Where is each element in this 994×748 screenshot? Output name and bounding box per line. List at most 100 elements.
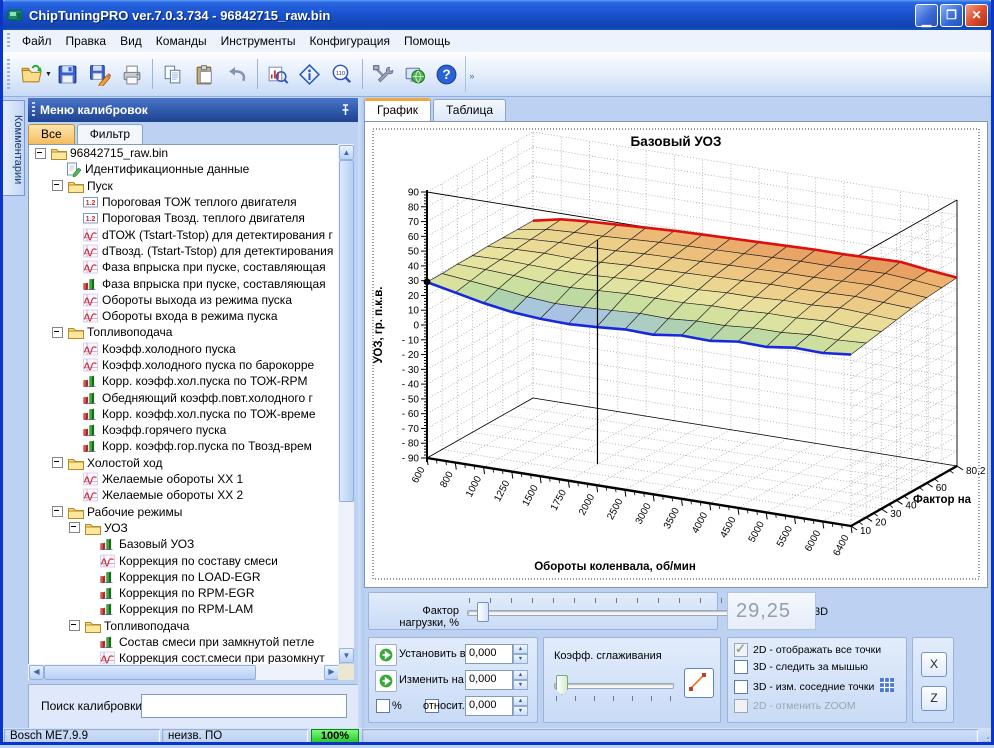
save-button[interactable] [52,57,84,91]
collapse-toggle[interactable] [69,620,80,631]
calibration-tree[interactable]: 96842715_raw.binИдентификационные данные… [28,144,340,665]
collapse-toggle[interactable] [52,457,63,468]
tree-item[interactable]: Коррекция по RPM-EGR [29,585,339,601]
option-checkbox-2[interactable] [734,680,748,694]
tree-item[interactable]: Фаза впрыска при пуске, составляющая [29,275,339,291]
percent-spinner[interactable]: 0,000 ▲▼ [465,696,528,716]
collapse-toggle[interactable] [35,148,46,159]
comments-side-tab[interactable]: Комментарии [2,100,25,196]
load-factor-slider-thumb[interactable] [477,602,489,622]
tree-item[interactable]: Обедняющий коэфф.повт.холодного г [29,389,339,405]
tree-item[interactable]: Желаемые обороты ХХ 2 [29,487,339,503]
interpolate-button[interactable] [684,668,714,698]
chart-analyze-button[interactable] [262,57,294,91]
resize-grip[interactable] [979,733,991,745]
toolbar-grip[interactable] [7,59,10,90]
pin-icon[interactable] [338,103,352,117]
vscroll-thumb[interactable] [339,160,354,502]
grid-table-button[interactable] [879,677,895,696]
smoothing-slider-thumb[interactable] [556,675,568,695]
tree-item[interactable]: Фаза впрыска при пуске, составляющая [29,259,339,275]
tree-item[interactable]: Топливоподача [29,618,339,634]
tree-item[interactable]: Обороты выхода из режима пуска [29,292,339,308]
change-value-button[interactable] [375,670,397,692]
tree-item[interactable]: 96842715_raw.bin [29,145,339,161]
scroll-up-arrow[interactable]: ▲ [339,145,354,160]
tab-table[interactable]: Таблица [433,99,506,121]
hscroll-thumb[interactable] [44,665,256,680]
menu-grip[interactable] [7,33,10,48]
menu-item-4[interactable]: Инструменты [214,32,303,50]
set-value-button[interactable] [375,644,397,666]
tree-item[interactable]: Рабочие режимы [29,504,339,520]
tree-item[interactable]: dТвозд. (Tstart-Tstop) для детектировани… [29,243,339,259]
tree-item[interactable]: Обороты входа в режима пуска [29,308,339,324]
web-update-button[interactable] [399,57,431,91]
percent-checkbox[interactable] [376,699,390,713]
tree-item[interactable]: УОЗ [29,520,339,536]
x-axis-button[interactable]: X [921,652,947,677]
set-value-spinner[interactable]: 0,000 ▲▼ [465,644,528,664]
option-checkbox-1[interactable] [734,660,748,674]
title-bar[interactable]: ChipTuningPRO ver.7.0.3.734 - 96842715_r… [0,0,994,30]
zoom-110-button[interactable]: 110 [326,57,358,91]
print-button[interactable] [116,57,148,91]
tab-chart[interactable]: График [364,98,431,121]
menu-item-0[interactable]: Файл [15,32,59,50]
tree-item[interactable]: Коррекция по LOAD-EGR [29,569,339,585]
tree-item[interactable]: dТОЖ (Tstart-Tstop) для детектирования г [29,226,339,242]
menu-item-2[interactable]: Вид [113,32,149,50]
tab-filter[interactable]: Фильтр [77,124,143,144]
tree-item[interactable]: Коррекция по RPM-LAM [29,601,339,617]
tree-item[interactable]: 1.2Пороговая Твозд. теплого двигателя [29,210,339,226]
scroll-left-arrow[interactable]: ◀ [29,665,44,680]
change-value-spinner[interactable]: 0,000 ▲▼ [465,670,528,690]
undo-button[interactable] [221,57,253,91]
tree-item[interactable]: 1.2Пороговая ТОЖ теплого двигателя [29,194,339,210]
tree-item[interactable]: Состав смеси при замкнутой петле [29,634,339,650]
tree-item[interactable]: Коррекция по составу смеси [29,552,339,568]
collapse-toggle[interactable] [69,522,80,533]
open-file-button[interactable] [15,57,47,91]
z-axis-button[interactable]: Z [921,686,947,711]
menu-item-6[interactable]: Помощь [397,32,457,50]
menu-item-3[interactable]: Команды [149,32,214,50]
scroll-right-arrow[interactable]: ▶ [324,665,339,680]
tree-item[interactable]: Топливоподача [29,324,339,340]
minimize-button[interactable]: ▁ [915,4,938,27]
scroll-down-arrow[interactable]: ▼ [339,648,354,663]
smoothing-slider[interactable] [554,683,674,689]
tree-item[interactable]: Коэфф.холодного пуска [29,341,339,357]
info-button[interactable] [294,57,326,91]
tree-item[interactable]: Корр. коэфф.хол.пуска по ТОЖ-RPM [29,373,339,389]
tree-item[interactable]: Корр. коэфф.хол.пуска по ТОЖ-време [29,406,339,422]
tree-vscrollbar[interactable]: ▲ ▼ [338,144,354,663]
tools-button[interactable] [367,57,399,91]
maximize-button[interactable]: ❐ [940,4,963,27]
collapse-toggle[interactable] [52,327,63,338]
search-input[interactable] [141,694,347,718]
menu-item-1[interactable]: Правка [59,32,114,50]
toolbar-overflow-chevron[interactable]: » [465,56,478,92]
open-dropdown-arrow[interactable]: ▼ [45,71,52,78]
tab-all[interactable]: Все [28,124,75,144]
collapse-toggle[interactable] [52,506,63,517]
close-button[interactable]: ✕ [965,4,988,27]
paste-button[interactable] [189,57,221,91]
save-edit-button[interactable] [84,57,116,91]
tree-item[interactable]: Идентификационные данные [29,161,339,177]
tree-item[interactable]: Желаемые обороты ХХ 1 [29,471,339,487]
help-button[interactable]: ? [431,57,463,91]
tree-item[interactable]: Холостой ход [29,455,339,471]
tree-item[interactable]: Коррекция сост.смеси при разомкнут [29,650,339,665]
tree-item[interactable]: Коэфф.горячего пуска [29,422,339,438]
tree-item[interactable]: Коэфф.холодного пуска по барокорре [29,357,339,373]
collapse-toggle[interactable] [52,180,63,191]
chart-canvas[interactable]: Базовый УОЗ9080706050403020100- 10- 20- … [364,121,988,588]
tree-item[interactable]: Корр. коэфф.гор.пуска по Твозд-врем [29,438,339,454]
copy-button[interactable] [157,57,189,91]
tree-hscrollbar[interactable]: ◀ ▶ [28,664,338,680]
tree-item[interactable]: Пуск [29,178,339,194]
tree-item[interactable]: Базовый УОЗ [29,536,339,552]
menu-item-5[interactable]: Конфигурация [302,32,397,50]
